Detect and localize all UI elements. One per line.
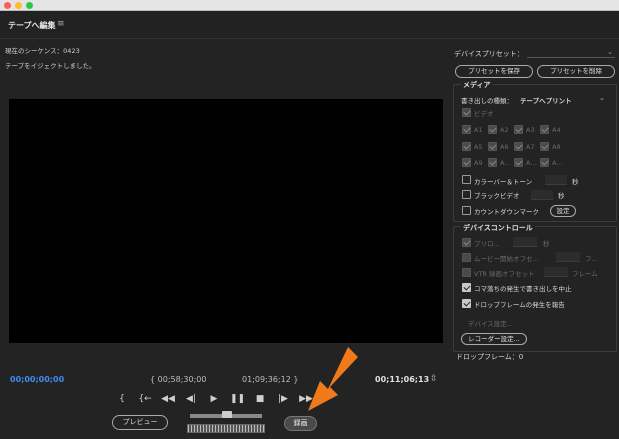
window-titlebar — [0, 0, 619, 11]
bars-tone-checkbox[interactable] — [462, 175, 471, 184]
movie-start-offset-field[interactable] — [556, 252, 580, 262]
audio-a11-label: A… — [526, 159, 537, 167]
audio-a10-label: A… — [500, 159, 511, 167]
audio-a1-label: A1 — [474, 126, 483, 134]
report-drop-checkbox[interactable] — [462, 299, 471, 308]
audio-a8-label: A8 — [552, 143, 561, 151]
duration-timecode: 00;11;06;13 — [375, 375, 430, 384]
dropped-frames-readout: ドロップフレーム：0 — [456, 353, 524, 361]
preroll-checkbox[interactable] — [462, 238, 471, 247]
audio-a6-label: A6 — [500, 143, 509, 151]
rewind-button[interactable]: ◀◀ — [161, 394, 175, 404]
countdown-settings-button[interactable]: 設定 — [550, 205, 576, 217]
audio-a3-label: A3 — [526, 126, 535, 134]
current-timecode[interactable]: 00;00;00;00 — [10, 375, 64, 384]
audio-a12-checkbox[interactable] — [540, 158, 549, 167]
panel-menu-icon[interactable]: ≡ — [57, 19, 65, 29]
audio-a9-checkbox[interactable] — [462, 158, 471, 167]
black-video-label: ブラックビデオ — [474, 192, 520, 200]
play-button[interactable]: ▶ — [207, 394, 221, 404]
chevron-down-icon: ⌄ — [607, 48, 613, 56]
audio-a5-checkbox[interactable] — [462, 142, 471, 151]
movie-start-offset-unit: フ... — [585, 255, 598, 263]
countdown-label: カウントダウンマーク — [474, 208, 539, 216]
preroll-field[interactable] — [513, 237, 537, 247]
audio-a5-label: A5 — [474, 143, 483, 151]
out-point-timecode: 01;09;36;12 } — [242, 375, 299, 384]
vtr-offset-field[interactable] — [544, 267, 568, 277]
panel-title: テープへ編集 — [8, 21, 56, 30]
movie-start-offset-label: ムービー開始オフセ... — [474, 255, 539, 263]
vtr-offset-checkbox[interactable] — [462, 268, 471, 277]
audio-a11-checkbox[interactable] — [514, 158, 523, 167]
preroll-unit: 秒 — [543, 240, 550, 248]
video-label: ビデオ — [474, 110, 494, 118]
audio-a7-label: A7 — [526, 143, 535, 151]
preroll-label: プリロ... — [474, 240, 500, 248]
audio-a9-label: A9 — [474, 159, 483, 167]
shuttle-slider-handle[interactable] — [222, 411, 232, 418]
pause-button[interactable]: ❚❚ — [230, 394, 245, 404]
mark-in-button[interactable]: { — [115, 394, 129, 404]
countdown-checkbox[interactable] — [462, 206, 471, 215]
device-preset-dropdown[interactable]: ⌄ — [527, 47, 615, 58]
device-settings-button[interactable]: デバイス設定... — [468, 318, 513, 328]
abort-on-drop-label: コマ落ちの発生で書き出しを中止 — [474, 285, 572, 293]
chevron-down-icon: ⌄ — [599, 94, 605, 102]
device-control-title: デバイスコントロール — [461, 223, 535, 233]
record-button[interactable]: 録画 — [284, 416, 317, 431]
vtr-offset-label: VTR 録画オフセット — [474, 270, 535, 278]
black-video-duration-field[interactable] — [531, 190, 553, 200]
audio-a7-checkbox[interactable] — [514, 142, 523, 151]
audio-a10-checkbox[interactable] — [488, 158, 497, 167]
delete-preset-button[interactable]: プリセットを削除 — [537, 65, 615, 78]
report-drop-label: ドロップフレームの発生を報告 — [474, 301, 565, 309]
video-checkbox[interactable] — [462, 108, 471, 117]
save-preset-button[interactable]: プリセットを保存 — [455, 65, 533, 78]
annotation-arrow-icon — [308, 347, 358, 411]
step-back-button[interactable]: ◀| — [184, 394, 198, 404]
preview-button[interactable]: プレビュー — [112, 415, 168, 430]
device-preset-label: デバイスプリセット： — [454, 50, 524, 58]
in-point-timecode: { 00;58;30;00 — [150, 375, 207, 384]
vtr-offset-unit: フレーム — [572, 270, 598, 278]
timecode-options-icon[interactable]: ⇳ — [430, 374, 438, 384]
abort-on-drop-checkbox[interactable] — [462, 283, 471, 292]
video-monitor — [9, 99, 443, 343]
audio-a6-checkbox[interactable] — [488, 142, 497, 151]
audio-a4-label: A4 — [552, 126, 561, 134]
panel-header: テープへ編集 ≡ — [0, 11, 619, 39]
bars-tone-label: カラーバー＆トーン — [474, 178, 533, 186]
go-to-in-button[interactable]: {← — [138, 394, 152, 404]
audio-a4-checkbox[interactable] — [540, 125, 549, 134]
audio-a2-checkbox[interactable] — [488, 125, 497, 134]
black-video-unit: 秒 — [558, 192, 565, 200]
audio-a12-label: A… — [552, 159, 563, 167]
close-window-button[interactable] — [4, 2, 11, 9]
black-video-checkbox[interactable] — [462, 190, 471, 199]
current-sequence-label: 現在のシーケンス：0423 — [5, 47, 80, 55]
bars-tone-unit: 秒 — [572, 178, 579, 186]
export-type-dropdown[interactable]: テープへプリント — [520, 95, 572, 105]
export-type-label: 書き出しの種類： — [461, 97, 513, 105]
media-group-title: メディア — [461, 80, 493, 90]
zoom-window-button[interactable] — [26, 2, 33, 9]
step-forward-button[interactable]: |▶ — [276, 394, 290, 404]
bars-tone-duration-field[interactable] — [545, 175, 567, 185]
audio-a2-label: A2 — [500, 126, 509, 134]
tape-status: テープをイジェクトしました。 — [5, 62, 96, 70]
minimize-window-button[interactable] — [15, 2, 22, 9]
audio-a8-checkbox[interactable] — [540, 142, 549, 151]
audio-a3-checkbox[interactable] — [514, 125, 523, 134]
movie-start-offset-checkbox[interactable] — [462, 253, 471, 262]
stop-button[interactable]: ■ — [253, 394, 267, 404]
recorder-settings-button[interactable]: レコーダー設定... — [461, 333, 527, 345]
audio-a1-checkbox[interactable] — [462, 125, 471, 134]
jog-control[interactable] — [187, 424, 265, 433]
